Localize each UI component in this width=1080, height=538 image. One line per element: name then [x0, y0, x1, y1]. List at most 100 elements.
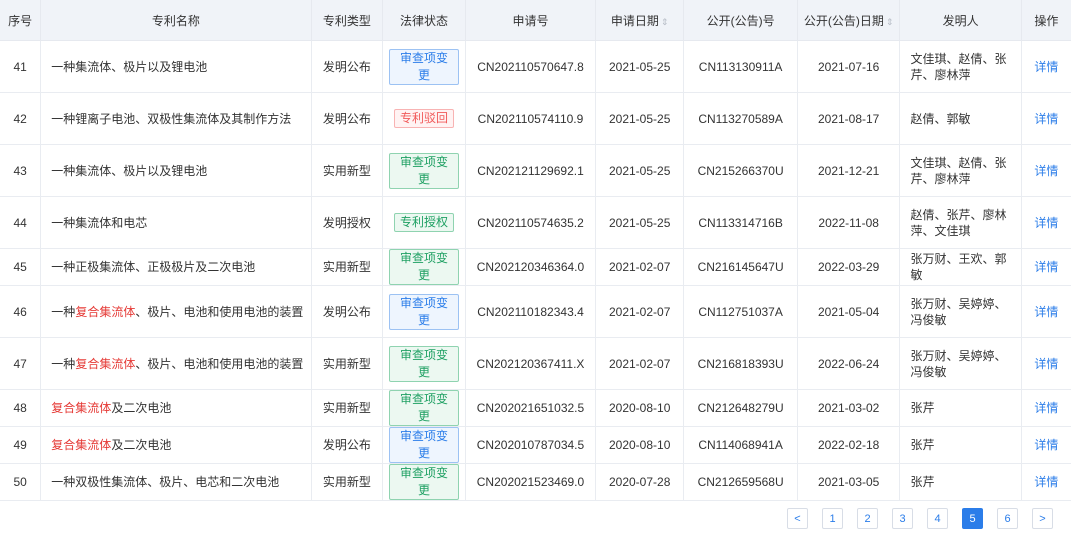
row-number: 45	[0, 248, 42, 286]
detail-link[interactable]: 详情	[1034, 305, 1058, 319]
legal-status-cell: 审查项变更	[382, 463, 466, 501]
row-number: 46	[0, 285, 42, 338]
application-number: CN202021651032.5	[465, 389, 597, 427]
name-segment: 一种	[51, 356, 76, 371]
application-number: CN202120367411.X	[465, 337, 597, 390]
application-date: 2020-08-10	[595, 426, 685, 464]
col-header-no: 序号	[0, 0, 42, 41]
name-segment: 、极片、电池和使用电池的装置	[135, 304, 304, 319]
action-cell: 详情	[1021, 463, 1071, 501]
page-button[interactable]: 4	[927, 508, 948, 529]
detail-link[interactable]: 详情	[1034, 438, 1058, 452]
name-segment: 一种集流体和电芯	[51, 215, 148, 230]
patent-name: 一种复合集流体、极片、电池和使用电池的装置	[40, 285, 312, 338]
status-badge: 审查项变更	[389, 293, 459, 330]
table-row: 46 一种复合集流体、极片、电池和使用电池的装置 发明公布 审查项变更 CN202110…	[0, 285, 1071, 338]
patent-name: 一种正极集流体、正极极片及二次电池	[40, 248, 312, 286]
application-number: CN202120346364.0	[465, 248, 597, 286]
sort-icon[interactable]: ⇕	[661, 17, 669, 27]
legal-status-cell: 审查项变更	[382, 426, 466, 464]
publication-number: CN212659568U	[683, 463, 798, 501]
patent-name: 复合集流体及二次电池	[40, 389, 312, 427]
detail-link[interactable]: 详情	[1034, 216, 1058, 230]
action-cell: 详情	[1021, 389, 1071, 427]
inventors: 赵倩、张芹、廖林萍、文佳琪	[899, 196, 1022, 249]
status-badge: 审查项变更	[389, 152, 459, 189]
page-button[interactable]: 1	[822, 508, 843, 529]
highlighted-keyword: 复合集流体	[51, 438, 112, 452]
row-number: 44	[0, 196, 42, 249]
publication-date: 2022-03-29	[797, 248, 901, 286]
status-badge: 审查项变更	[389, 345, 459, 382]
legal-status-cell: 审查项变更	[382, 337, 466, 390]
application-number: CN202021523469.0	[465, 463, 597, 501]
action-cell: 详情	[1021, 337, 1071, 390]
legal-status-cell: 专利授权	[382, 196, 466, 249]
action-cell: 详情	[1021, 426, 1071, 464]
application-number: CN202110574635.2	[465, 196, 597, 249]
row-number: 48	[0, 389, 42, 427]
patent-type: 发明公布	[311, 92, 384, 145]
next-page-button[interactable]: >	[1032, 508, 1053, 529]
publication-date: 2022-11-08	[797, 196, 901, 249]
publication-date: 2022-02-18	[797, 426, 901, 464]
page-button[interactable]: 6	[997, 508, 1018, 529]
prev-page-button[interactable]: <	[787, 508, 808, 529]
detail-link[interactable]: 详情	[1034, 401, 1058, 415]
publication-number: CN216818393U	[683, 337, 798, 390]
action-cell: 详情	[1021, 92, 1071, 145]
detail-link[interactable]: 详情	[1034, 357, 1058, 371]
sort-icon[interactable]: ⇕	[886, 17, 894, 27]
page-button-current[interactable]: 5	[962, 508, 983, 529]
patent-name: 一种双极性集流体、极片、电芯和二次电池	[40, 463, 312, 501]
patent-table: 序号 专利名称 专利类型 法律状态 申请号 申请日期 ⇕ 公开(公告)号 公开(公…	[0, 0, 1071, 501]
name-segment: 一种正极集流体、正极极片及二次电池	[51, 260, 256, 274]
col-header-pub-date[interactable]: 公开(公告)日期 ⇕	[797, 0, 901, 41]
name-segment: 一种集流体、极片以及锂电池	[51, 163, 208, 178]
detail-link[interactable]: 详情	[1034, 475, 1058, 489]
col-header-app-date[interactable]: 申请日期 ⇕	[595, 0, 685, 41]
table-row: 42 一种锂离子电池、双极性集流体及其制作方法 发明公布 专利驳回 CN20211057…	[0, 92, 1071, 145]
patent-type: 发明公布	[311, 285, 384, 338]
detail-link[interactable]: 详情	[1034, 112, 1058, 126]
publication-number: CN113270589A	[683, 92, 798, 145]
publication-date: 2021-03-02	[797, 389, 901, 427]
name-segment: 、极片、电池和使用电池的装置	[135, 356, 304, 371]
col-header-action: 操作	[1021, 0, 1071, 41]
status-badge: 专利授权	[394, 213, 455, 232]
publication-date: 2022-06-24	[797, 337, 901, 390]
application-date: 2021-05-25	[595, 92, 685, 145]
patent-type: 发明授权	[311, 196, 384, 249]
name-segment: 一种锂离子电池、双极性集流体及其制作方法	[51, 111, 292, 126]
patent-name: 一种集流体、极片以及锂电池	[40, 40, 312, 93]
row-number: 41	[0, 40, 42, 93]
action-cell: 详情	[1021, 196, 1071, 249]
patent-name: 一种集流体、极片以及锂电池	[40, 144, 312, 197]
page-button[interactable]: 2	[857, 508, 878, 529]
publication-number: CN215266370U	[683, 144, 798, 197]
inventors: 文佳琪、赵倩、张芹、廖林萍	[899, 144, 1022, 197]
action-cell: 详情	[1021, 285, 1071, 338]
inventors: 张芹	[899, 426, 1022, 464]
publication-number: CN114068941A	[683, 426, 798, 464]
detail-link[interactable]: 详情	[1034, 164, 1058, 178]
row-number: 42	[0, 92, 42, 145]
detail-link[interactable]: 详情	[1034, 60, 1058, 74]
table-row: 45 一种正极集流体、正极极片及二次电池 实用新型 审查项变更 CN2021203463…	[0, 248, 1071, 286]
pagination: < 1 2 3 4 5 6 >	[787, 508, 1053, 529]
patent-type: 发明公布	[311, 40, 384, 93]
application-date: 2020-08-10	[595, 389, 685, 427]
name-segment: 一种集流体、极片以及锂电池	[51, 59, 208, 74]
table-row: 50 一种双极性集流体、极片、电芯和二次电池 实用新型 审查项变更 CN20202152…	[0, 463, 1071, 501]
page-button[interactable]: 3	[892, 508, 913, 529]
action-cell: 详情	[1021, 248, 1071, 286]
legal-status-cell: 审查项变更	[382, 248, 466, 286]
row-number: 43	[0, 144, 42, 197]
col-header-pub-no: 公开(公告)号	[683, 0, 798, 41]
publication-number: CN113314716B	[683, 196, 798, 249]
publication-date: 2021-05-04	[797, 285, 901, 338]
col-header-name: 专利名称	[40, 0, 312, 41]
detail-link[interactable]: 详情	[1034, 260, 1058, 274]
publication-date: 2021-03-05	[797, 463, 901, 501]
application-date: 2021-05-25	[595, 40, 685, 93]
